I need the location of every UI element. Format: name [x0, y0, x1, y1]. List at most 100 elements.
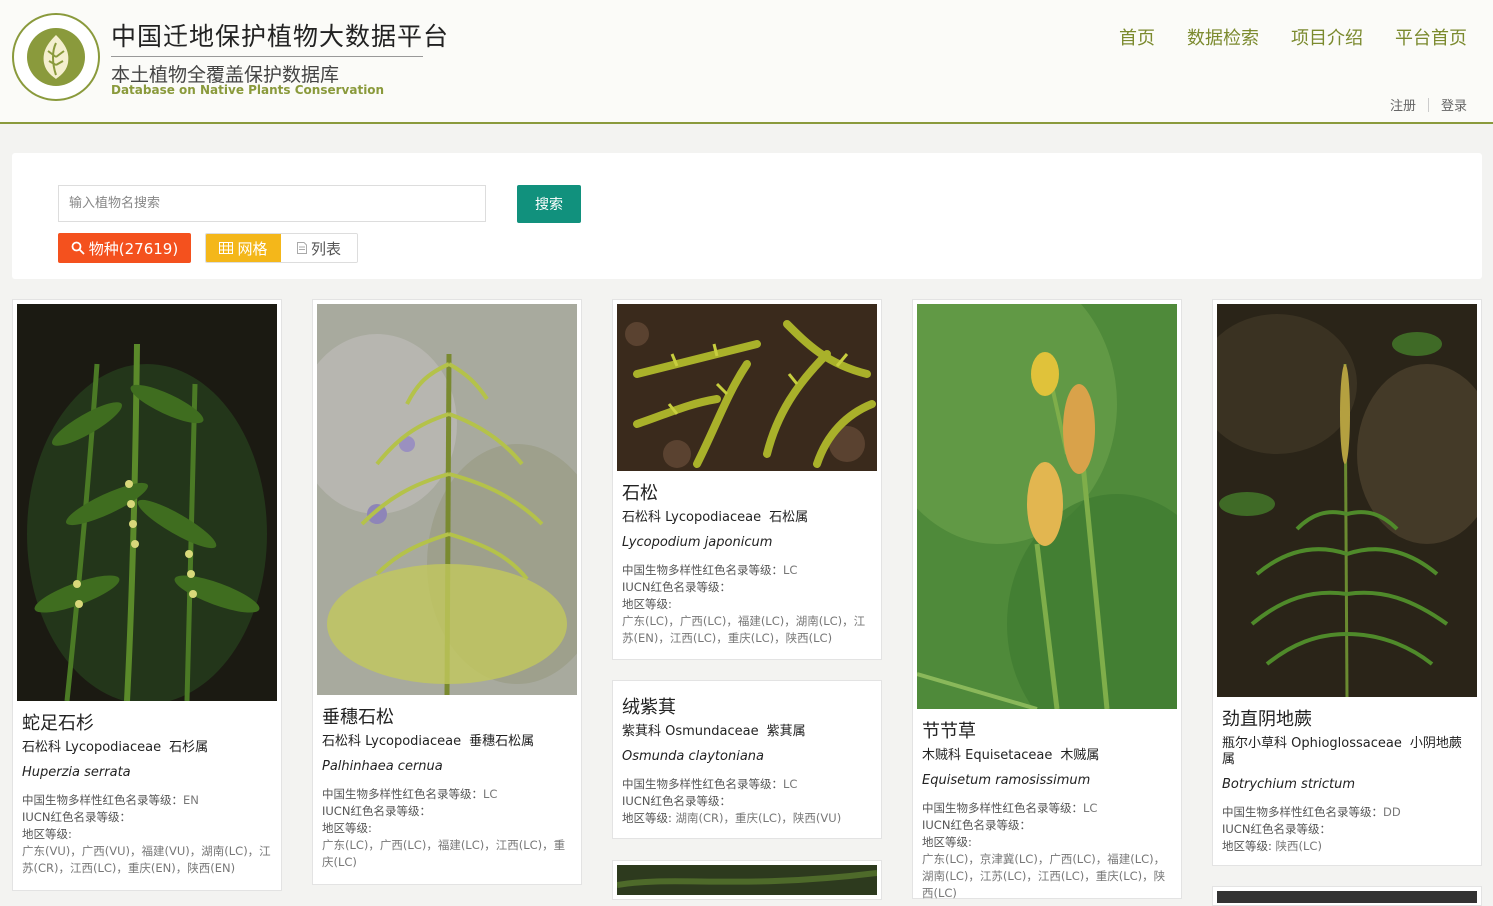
plant-info: 蛇足石杉 石松科 Lycopodiaceae 石杉属 Huperzia serra… — [22, 709, 273, 877]
plant-taxonomy: 瓶尔小草科 Ophioglossaceae 小阴地蕨属 — [1222, 736, 1473, 768]
plant-name[interactable]: 垂穗石松 — [322, 703, 573, 729]
register-link[interactable]: 注册 — [1390, 95, 1416, 114]
search-button[interactable]: 搜索 — [517, 185, 581, 223]
plant-family: 紫萁科 Osmundaceae — [622, 724, 759, 739]
plant-taxonomy: 紫萁科 Osmundaceae 紫萁属 — [622, 724, 873, 740]
plant-card[interactable] — [612, 860, 882, 900]
search-panel: 搜索 物种(27619) 网格 列表 — [12, 153, 1482, 279]
region-value: 陕西(LC) — [1275, 839, 1322, 853]
region-label: 地区等级: — [622, 597, 672, 611]
grid-icon — [219, 242, 234, 254]
main-nav: 首页 数据检索 项目介绍 平台首页 — [1087, 24, 1467, 50]
region-label: 地区等级: — [22, 827, 72, 841]
iucn-label: IUCN红色名录等级： — [622, 580, 731, 594]
plant-photo[interactable] — [1217, 891, 1477, 903]
nav-data-search[interactable]: 数据检索 — [1187, 24, 1259, 50]
region-value: 湖南(CR)，重庆(LC)，陕西(VU) — [675, 811, 842, 825]
login-link[interactable]: 登录 — [1441, 95, 1467, 114]
region-label: 地区等级: — [1222, 839, 1272, 853]
plant-info: 节节草 木贼科 Equisetaceae 木贼属 Equisetum ramosi… — [922, 717, 1173, 902]
plant-info: 垂穗石松 石松科 Lycopodiaceae 垂穗石松属 Palhinhaea c… — [322, 703, 573, 871]
region-value: 广东(LC)，京津冀(LC)，广西(LC)，福建(LC)，湖南(LC)，江苏(L… — [922, 852, 1166, 900]
plant-photo[interactable] — [17, 304, 277, 701]
search-input[interactable] — [58, 185, 486, 222]
plant-status: 中国生物多样性红色名录等级：LC IUCN红色名录等级： 地区等级: 广东(LC… — [322, 786, 573, 871]
plant-card[interactable]: 石松 石松科 Lycopodiaceae 石松属 Lycopodium japon… — [612, 299, 882, 660]
plant-status: 中国生物多样性红色名录等级：LC IUCN红色名录等级： 地区等级: 湖南(CR… — [622, 776, 873, 827]
region-value: 广东(LC)，广西(LC)，福建(LC)，江西(LC)，重庆(LC) — [322, 838, 566, 869]
region-value: 广东(VU)，广西(VU)，福建(VU)，湖南(LC)，江苏(CR)，江西(LC… — [22, 844, 271, 875]
plant-taxonomy: 木贼科 Equisetaceae 木贼属 — [922, 748, 1173, 764]
plant-photo[interactable] — [917, 304, 1177, 709]
list-view-button[interactable]: 列表 — [281, 234, 357, 262]
botanical-union-logo[interactable] — [12, 13, 100, 101]
cn-red-value: LC — [783, 563, 798, 577]
cn-red-label: 中国生物多样性红色名录等级： — [322, 787, 483, 801]
grid-view-button[interactable]: 网格 — [206, 234, 281, 262]
iucn-label: IUCN红色名录等级： — [322, 804, 431, 818]
plant-info: 石松 石松科 Lycopodiaceae 石松属 Lycopodium japon… — [622, 479, 873, 647]
cn-red-label: 中国生物多样性红色名录等级： — [1222, 805, 1383, 819]
iucn-label: IUCN红色名录等级： — [1222, 822, 1331, 836]
plant-photo[interactable] — [617, 865, 877, 895]
plant-latin-name: Equisetum ramosissimum — [922, 773, 1091, 788]
plant-status: 中国生物多样性红色名录等级：LC IUCN红色名录等级： 地区等级: 广东(LC… — [922, 800, 1173, 902]
plant-status: 中国生物多样性红色名录等级：LC IUCN红色名录等级： 地区等级: 广东(LC… — [622, 562, 873, 647]
iucn-label: IUCN红色名录等级： — [22, 810, 131, 824]
plant-photo[interactable] — [317, 304, 577, 695]
plant-name[interactable]: 劲直阴地蕨 — [1222, 705, 1473, 731]
cn-red-value: DD — [1383, 805, 1401, 819]
document-icon — [296, 242, 307, 254]
plant-family: 石松科 Lycopodiaceae — [322, 734, 462, 749]
plant-latin-name: Botrychium strictum — [1222, 777, 1356, 792]
list-view-label: 列表 — [310, 239, 341, 258]
plant-photo[interactable] — [617, 304, 877, 471]
cn-red-value: LC — [483, 787, 498, 801]
plant-name[interactable]: 石松 — [622, 479, 873, 505]
plant-family: 木贼科 Equisetaceae — [922, 748, 1053, 763]
auth-divider — [1427, 97, 1429, 112]
species-count-button[interactable]: 物种(27619) — [58, 233, 191, 263]
region-label: 地区等级: — [622, 811, 672, 825]
plant-name[interactable]: 绒紫萁 — [622, 693, 873, 719]
search-icon — [71, 241, 85, 255]
plant-card[interactable] — [1212, 886, 1482, 906]
nav-platform-home[interactable]: 平台首页 — [1395, 24, 1467, 50]
plant-status: 中国生物多样性红色名录等级：DD IUCN红色名录等级： 地区等级: 陕西(LC… — [1222, 804, 1473, 855]
region-label: 地区等级: — [922, 835, 972, 849]
plant-taxonomy: 石松科 Lycopodiaceae 石松属 — [622, 510, 873, 526]
plant-card[interactable]: 蛇足石杉 石松科 Lycopodiaceae 石杉属 Huperzia serra… — [12, 299, 282, 891]
cn-red-value: EN — [183, 793, 199, 807]
plant-latin-name: Lycopodium japonicum — [622, 535, 773, 550]
nav-project-intro[interactable]: 项目介绍 — [1291, 24, 1363, 50]
plant-name[interactable]: 蛇足石杉 — [22, 709, 273, 735]
site-subtitle-en: Database on Native Plants Conservation — [111, 83, 385, 97]
plant-card[interactable]: 劲直阴地蕨 瓶尔小草科 Ophioglossaceae 小阴地蕨属 Botrych… — [1212, 299, 1482, 866]
cn-red-label: 中国生物多样性红色名录等级： — [622, 563, 783, 577]
plant-genus: 木贼属 — [1060, 748, 1100, 763]
plant-family: 瓶尔小草科 Ophioglossaceae — [1222, 736, 1402, 751]
site-header: 中国迁地保护植物大数据平台 本土植物全覆盖保护数据库 Database on N… — [0, 0, 1493, 124]
plant-info: 绒紫萁 紫萁科 Osmundaceae 紫萁属 Osmunda claytonia… — [622, 693, 873, 827]
view-toggle: 网格 列表 — [205, 233, 358, 263]
plant-family: 石松科 Lycopodiaceae — [622, 510, 762, 525]
plant-card[interactable]: 垂穗石松 石松科 Lycopodiaceae 垂穗石松属 Palhinhaea c… — [312, 299, 582, 885]
plant-card[interactable]: 绒紫萁 紫萁科 Osmundaceae 紫萁属 Osmunda claytonia… — [612, 680, 882, 839]
plant-latin-name: Osmunda claytoniana — [622, 749, 764, 764]
plant-name[interactable]: 节节草 — [922, 717, 1173, 743]
cn-red-label: 中国生物多样性红色名录等级： — [622, 777, 783, 791]
grid-view-label: 网格 — [237, 239, 268, 258]
cn-red-value: LC — [783, 777, 798, 791]
plant-latin-name: Huperzia serrata — [22, 765, 131, 780]
nav-home[interactable]: 首页 — [1119, 24, 1155, 50]
plant-photo[interactable] — [1217, 304, 1477, 697]
species-count-label: 物种(27619) — [88, 239, 179, 258]
cn-red-label: 中国生物多样性红色名录等级： — [922, 801, 1083, 815]
plant-info: 劲直阴地蕨 瓶尔小草科 Ophioglossaceae 小阴地蕨属 Botrych… — [1222, 705, 1473, 855]
plant-status: 中国生物多样性红色名录等级：EN IUCN红色名录等级： 地区等级: 广东(VU… — [22, 792, 273, 877]
region-value: 广东(LC)，广西(LC)，福建(LC)，湖南(LC)，江苏(EN)，江西(LC… — [622, 614, 866, 645]
iucn-label: IUCN红色名录等级： — [622, 794, 731, 808]
plant-card[interactable]: 节节草 木贼科 Equisetaceae 木贼属 Equisetum ramosi… — [912, 299, 1182, 902]
auth-links: 注册 登录 — [1390, 95, 1467, 114]
plant-genus: 石杉属 — [169, 740, 209, 755]
